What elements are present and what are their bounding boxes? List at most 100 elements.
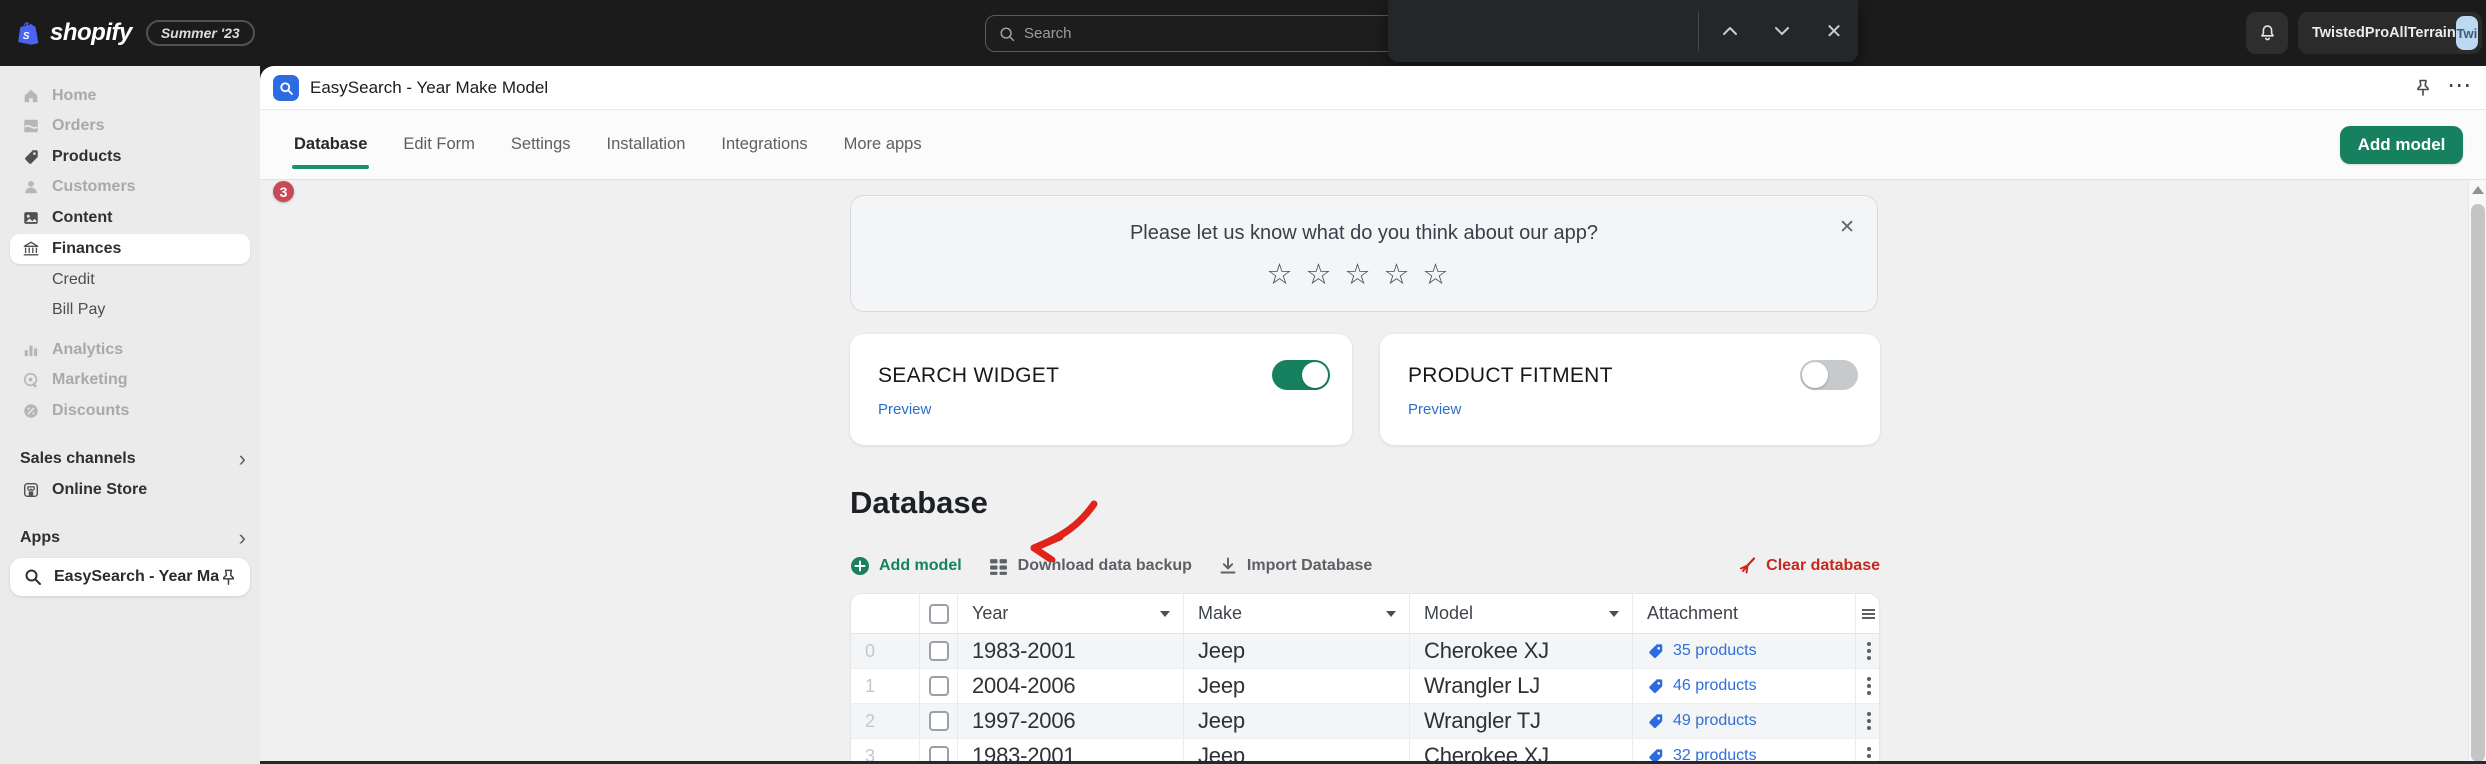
tab-more-apps[interactable]: More apps <box>844 110 922 179</box>
search-placeholder: Search <box>1024 25 1072 42</box>
sidebar-item-discounts[interactable]: Discounts <box>10 396 250 426</box>
table-header-row: Year Make Model Attachment <box>851 594 1879 634</box>
attachment-link[interactable]: 35 products <box>1673 642 1757 660</box>
sales-channels-header: Sales channels › <box>20 444 246 474</box>
app-tab-bar: Database Edit Form Settings Installation… <box>260 110 2486 180</box>
shopify-admin-screen: S shopify Summer '23 Search ✕ TwistedPro… <box>0 0 2486 764</box>
shopify-logo: S shopify Summer '23 <box>16 0 255 66</box>
ellipsis-icon[interactable]: ⋯ <box>2447 71 2472 100</box>
pin-icon[interactable] <box>219 568 238 587</box>
chevron-right-icon[interactable]: › <box>239 527 246 549</box>
sidebar-item-bill-pay[interactable]: Bill Pay <box>10 295 250 325</box>
database-toolbar: Add model Download data backup Import Da… <box>850 550 1880 582</box>
scroll-up-arrow-icon[interactable] <box>2472 186 2484 194</box>
search-widget-card: SEARCH WIDGET Preview <box>850 334 1352 445</box>
close-icon[interactable]: ✕ <box>1839 216 1855 239</box>
orders-icon <box>22 117 40 135</box>
find-next-button[interactable] <box>1765 15 1799 47</box>
notifications-button[interactable] <box>2246 12 2288 54</box>
column-label: Year <box>972 603 1009 623</box>
star-icon[interactable]: ☆ <box>1423 259 1462 291</box>
grid-icon <box>989 558 1007 575</box>
sidebar-item-label: Home <box>52 87 97 104</box>
row-checkbox[interactable] <box>929 676 949 696</box>
clear-database-button[interactable]: Clear database <box>1737 550 1880 582</box>
apps-header: Apps › <box>20 523 246 553</box>
chart-icon <box>22 341 40 359</box>
select-all-checkbox[interactable] <box>929 603 949 624</box>
toolbar-label: Clear database <box>1766 557 1880 574</box>
sort-caret-icon <box>1160 610 1170 617</box>
product-fitment-preview-link[interactable]: Preview <box>1408 401 1461 418</box>
column-header-make[interactable]: Make <box>1184 594 1410 633</box>
toolbar-label: Add model <box>879 557 962 574</box>
column-label: Make <box>1198 603 1243 623</box>
column-header-year[interactable]: Year <box>958 594 1184 633</box>
database-heading: Database <box>850 485 988 520</box>
row-number-header <box>851 594 920 633</box>
tab-edit-form[interactable]: Edit Form <box>403 110 475 179</box>
attachment-link[interactable]: 46 products <box>1673 677 1757 695</box>
sidebar-item-analytics[interactable]: Analytics <box>10 335 250 365</box>
search-widget-preview-link[interactable]: Preview <box>878 401 931 418</box>
cell-model: Wrangler LJ <box>1410 669 1633 703</box>
tag-attachment-icon <box>1649 643 1663 658</box>
import-database-button[interactable]: Import Database <box>1218 556 1372 576</box>
easysearch-app-icon <box>273 75 299 101</box>
star-icon[interactable]: ☆ <box>1345 259 1384 291</box>
app-content: 3 ✕ Please let us know what do you think… <box>260 180 2486 764</box>
feedback-question: Please let us know what do you think abo… <box>1129 222 1599 244</box>
shopify-wordmark: shopify <box>50 19 132 46</box>
sidebar-item-easysearch-app[interactable]: EasySearch - Year Ma... <box>10 558 250 596</box>
sidebar-item-credit[interactable]: Credit <box>10 265 250 295</box>
sidebar-item-finances[interactable]: Finances <box>10 234 250 264</box>
sidebar-item-home[interactable]: Home <box>10 81 250 111</box>
tag-attachment-icon <box>1649 713 1663 728</box>
row-number: 1 <box>851 669 920 703</box>
row-checkbox[interactable] <box>929 641 949 661</box>
attachment-link[interactable]: 49 products <box>1673 712 1757 730</box>
tab-installation[interactable]: Installation <box>607 110 686 179</box>
product-fitment-card: PRODUCT FITMENT Preview <box>1380 334 1880 445</box>
tab-integrations[interactable]: Integrations <box>721 110 807 179</box>
cell-make: Jeep <box>1184 669 1410 703</box>
chevron-right-icon[interactable]: › <box>239 448 246 470</box>
shopify-bag-icon: S <box>18 21 39 45</box>
top-bar: S shopify Summer '23 Search ✕ TwistedPro… <box>0 0 2486 66</box>
star-icon[interactable]: ☆ <box>1306 259 1345 291</box>
pin-icon[interactable] <box>2413 78 2433 98</box>
columns-icon[interactable] <box>1862 608 1875 619</box>
findbar-close-button[interactable]: ✕ <box>1817 15 1851 47</box>
kebab-icon[interactable] <box>1866 642 1871 660</box>
download-data-backup-button[interactable]: Download data backup <box>988 556 1192 577</box>
star-icon[interactable]: ☆ <box>1267 259 1306 291</box>
svg-text:S: S <box>23 31 30 42</box>
home-icon <box>22 87 40 105</box>
tab-database[interactable]: Database <box>291 110 370 179</box>
sidebar-item-products[interactable]: Products <box>10 142 250 172</box>
kebab-icon[interactable] <box>1866 677 1871 695</box>
tab-settings[interactable]: Settings <box>511 110 571 179</box>
search-widget-toggle[interactable] <box>1272 360 1330 390</box>
sidebar-item-online-store[interactable]: Online Store <box>10 475 250 505</box>
section-header-label: Apps <box>20 529 60 546</box>
toolbar-label: Import Database <box>1246 557 1373 574</box>
row-checkbox[interactable] <box>929 711 949 731</box>
sidebar-item-orders[interactable]: Orders <box>10 111 250 141</box>
find-previous-button[interactable] <box>1713 15 1747 47</box>
kebab-icon[interactable] <box>1866 712 1871 730</box>
feedback-card: ✕ Please let us know what do you think a… <box>850 195 1878 312</box>
bank-icon <box>22 240 40 258</box>
add-model-button[interactable]: Add model <box>2340 126 2463 164</box>
toolbar-add-model-button[interactable]: Add model <box>850 556 962 576</box>
cell-year: 1997-2006 <box>958 704 1184 738</box>
sidebar-item-marketing[interactable]: Marketing <box>10 365 250 395</box>
sidebar-item-customers[interactable]: Customers <box>10 172 250 202</box>
sidebar-item-content[interactable]: Content <box>10 203 250 233</box>
sidebar: Home Orders Products Customers Content F… <box>0 66 260 764</box>
scrollbar-thumb[interactable] <box>2471 204 2485 762</box>
account-menu[interactable]: TwistedProAllTerrain Twi <box>2298 12 2482 54</box>
column-header-model[interactable]: Model <box>1410 594 1633 633</box>
product-fitment-toggle[interactable] <box>1800 360 1858 390</box>
star-icon[interactable]: ☆ <box>1384 259 1423 291</box>
